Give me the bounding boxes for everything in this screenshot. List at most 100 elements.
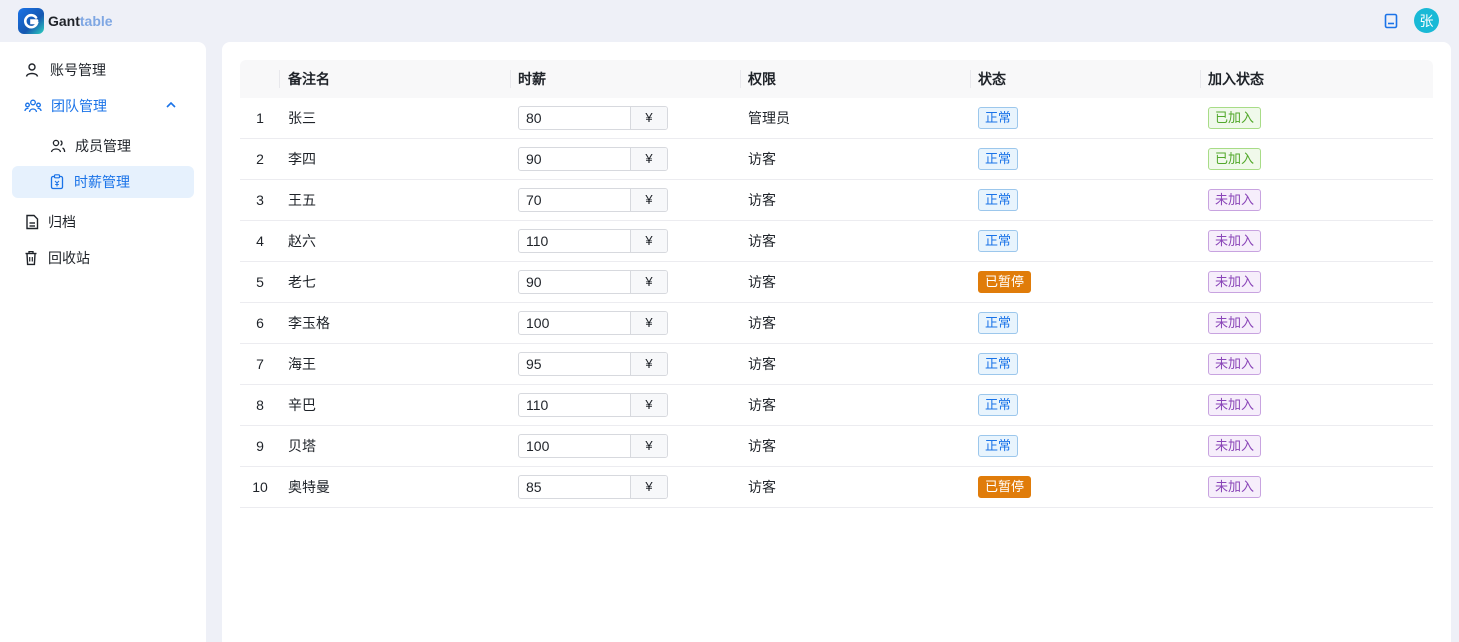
row-index: 2 — [256, 151, 264, 167]
table-row: 7 海王 95 ¥ 访客 正常 未加入 — [240, 344, 1433, 385]
status-badge: 正常 — [978, 230, 1019, 252]
row-index: 1 — [256, 110, 264, 126]
hourly-wage-value[interactable]: 85 — [519, 476, 631, 498]
join-status-badge: 已加入 — [1208, 107, 1262, 129]
hourly-wage-input[interactable]: 110 ¥ — [518, 393, 668, 417]
app-logo[interactable]: Ganttable — [18, 8, 113, 34]
row-index: 3 — [256, 192, 264, 208]
sidebar: 账号管理 团队管理 成员管理 时薪管理 归档 回收站 — [0, 42, 206, 642]
member-role: 访客 — [748, 274, 776, 290]
member-role: 访客 — [748, 397, 776, 413]
app-name-part2: table — [79, 13, 113, 29]
row-index: 9 — [256, 438, 264, 454]
column-header-join-status[interactable]: 加入状态 — [1208, 60, 1264, 98]
hourly-wage-input[interactable]: 110 ¥ — [518, 229, 668, 253]
members-icon — [50, 139, 66, 153]
wage-icon — [50, 174, 64, 190]
hourly-wage-value[interactable]: 80 — [519, 107, 631, 129]
join-status-badge: 未加入 — [1208, 435, 1262, 457]
join-status-badge: 未加入 — [1208, 312, 1262, 334]
table-row: 4 赵六 110 ¥ 访客 正常 未加入 — [240, 221, 1433, 262]
hourly-wage-input[interactable]: 100 ¥ — [518, 434, 668, 458]
hourly-wage-input[interactable]: 90 ¥ — [518, 147, 668, 171]
app-name: Ganttable — [48, 13, 113, 29]
status-badge: 正常 — [978, 148, 1019, 170]
user-avatar[interactable]: 张 — [1414, 8, 1439, 33]
hourly-wage-value[interactable]: 110 — [519, 394, 631, 416]
hourly-wage-value[interactable]: 100 — [519, 435, 631, 457]
sidebar-item-members[interactable]: 成员管理 — [50, 136, 190, 156]
currency-suffix: ¥ — [631, 394, 667, 416]
hourly-wage-input[interactable]: 100 ¥ — [518, 311, 668, 335]
member-name: 张三 — [288, 110, 316, 126]
hourly-wage-value[interactable]: 70 — [519, 189, 631, 211]
currency-suffix: ¥ — [631, 271, 667, 293]
member-name: 辛巴 — [288, 397, 316, 413]
table-row: 2 李四 90 ¥ 访客 正常 已加入 — [240, 139, 1433, 180]
table-row: 9 贝塔 100 ¥ 访客 正常 未加入 — [240, 426, 1433, 467]
hourly-wage-value[interactable]: 110 — [519, 230, 631, 252]
column-header-role[interactable]: 权限 — [748, 60, 776, 98]
hourly-wage-input[interactable]: 90 ¥ — [518, 270, 668, 294]
status-badge: 正常 — [978, 435, 1019, 457]
member-role: 访客 — [748, 479, 776, 495]
hourly-wage-value[interactable]: 90 — [519, 271, 631, 293]
sidebar-item-archive[interactable]: 归档 — [24, 212, 194, 232]
column-divider — [1200, 70, 1201, 88]
hourly-wage-input[interactable]: 85 ¥ — [518, 475, 668, 499]
member-name: 王五 — [288, 192, 316, 208]
sidebar-item-label: 团队管理 — [51, 98, 107, 114]
table-header: 备注名 时薪 权限 状态 加入状态 — [240, 60, 1433, 98]
hourly-wage-value[interactable]: 95 — [519, 353, 631, 375]
currency-suffix: ¥ — [631, 148, 667, 170]
sidebar-item-label: 归档 — [48, 214, 76, 230]
member-role: 访客 — [748, 438, 776, 454]
sidebar-item-label: 成员管理 — [75, 138, 131, 154]
column-divider — [279, 70, 280, 88]
document-icon[interactable] — [1381, 11, 1401, 31]
member-name: 李四 — [288, 151, 316, 167]
currency-suffix: ¥ — [631, 189, 667, 211]
currency-suffix: ¥ — [631, 435, 667, 457]
currency-suffix: ¥ — [631, 476, 667, 498]
hourly-wage-input[interactable]: 80 ¥ — [518, 106, 668, 130]
user-icon — [25, 63, 39, 77]
member-role: 访客 — [748, 315, 776, 331]
member-name: 贝塔 — [288, 438, 316, 454]
hourly-wage-value[interactable]: 100 — [519, 312, 631, 334]
column-header-name[interactable]: 备注名 — [288, 60, 330, 98]
hourly-wage-input[interactable]: 95 ¥ — [518, 352, 668, 376]
hourly-wage-table: 备注名 时薪 权限 状态 加入状态 1 张三 80 ¥ 管理员 正常 已加入 2 李四 90 ¥ 访客… — [240, 60, 1433, 508]
currency-suffix: ¥ — [631, 107, 667, 129]
sidebar-item-team[interactable]: 团队管理 — [24, 96, 184, 116]
row-index: 6 — [256, 315, 264, 331]
currency-suffix: ¥ — [631, 230, 667, 252]
row-index: 5 — [256, 274, 264, 290]
currency-suffix: ¥ — [631, 353, 667, 375]
join-status-badge: 未加入 — [1208, 476, 1262, 498]
sidebar-item-hourly-wage[interactable]: 时薪管理 — [12, 166, 194, 198]
top-bar: Ganttable 张 — [0, 0, 1459, 42]
sidebar-item-label: 回收站 — [48, 250, 90, 266]
table-body: 1 张三 80 ¥ 管理员 正常 已加入 2 李四 90 ¥ 访客 正常 已加入 3 王五 70 ¥ 访客 正常 未加入… — [240, 98, 1433, 508]
hourly-wage-value[interactable]: 90 — [519, 148, 631, 170]
table-row: 10 奥特曼 85 ¥ 访客 已暂停 未加入 — [240, 467, 1433, 508]
member-name: 老七 — [288, 274, 316, 290]
join-status-badge: 已加入 — [1208, 148, 1262, 170]
column-header-wage[interactable]: 时薪 — [518, 60, 546, 98]
table-row: 6 李玉格 100 ¥ 访客 正常 未加入 — [240, 303, 1433, 344]
member-role: 访客 — [748, 151, 776, 167]
column-header-status[interactable]: 状态 — [978, 60, 1006, 98]
sidebar-item-trash[interactable]: 回收站 — [24, 248, 194, 268]
logo-icon — [18, 8, 44, 34]
hourly-wage-input[interactable]: 70 ¥ — [518, 188, 668, 212]
join-status-badge: 未加入 — [1208, 394, 1262, 416]
row-index: 8 — [256, 397, 264, 413]
chevron-up-icon[interactable] — [166, 101, 176, 109]
table-row: 1 张三 80 ¥ 管理员 正常 已加入 — [240, 98, 1433, 139]
sidebar-item-account[interactable]: 账号管理 — [24, 60, 194, 80]
member-role: 访客 — [748, 233, 776, 249]
column-divider — [510, 70, 511, 88]
archive-icon — [26, 214, 39, 230]
member-name: 李玉格 — [288, 315, 330, 331]
